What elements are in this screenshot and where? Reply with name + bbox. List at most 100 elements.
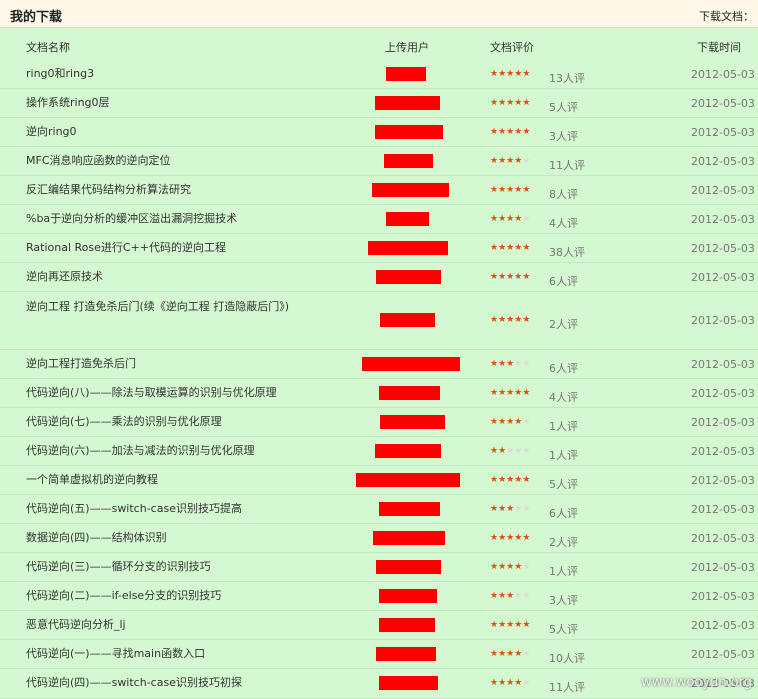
star-icon: ★ xyxy=(522,126,531,137)
uploader-redacted xyxy=(379,501,440,516)
star-icon: ★ xyxy=(490,184,499,195)
uploader-redacted xyxy=(376,269,441,284)
uploader-redacted xyxy=(356,472,460,487)
rating-stars: ★★★★★ xyxy=(490,156,530,166)
document-link[interactable]: 代码逆向(二)——if-else分支的识别技巧 xyxy=(26,586,306,606)
uploader-redacted xyxy=(375,95,440,110)
star-icon: ★ xyxy=(498,242,507,253)
uploader-redacted xyxy=(384,153,433,168)
document-link[interactable]: MFC消息响应函数的逆向定位 xyxy=(26,151,306,171)
rating-count: 4人评 xyxy=(549,390,578,404)
document-link[interactable]: 一个简单虚拟机的逆向教程 xyxy=(26,470,306,490)
rating-count: 1人评 xyxy=(549,448,578,462)
document-link[interactable]: 代码逆向(六)——加法与减法的识别与优化原理 xyxy=(26,441,306,461)
document-link[interactable]: 逆向工程 打造免杀后门(续《逆向工程 打造隐蔽后门》) xyxy=(26,297,306,317)
rating-count: 3人评 xyxy=(549,129,578,143)
rating-stars: ★★★★★ xyxy=(490,214,530,224)
rating-count: 3人评 xyxy=(549,593,578,607)
star-icon: ★ xyxy=(522,271,531,282)
document-link[interactable]: 反汇编结果代码结构分析算法研究 xyxy=(26,180,306,200)
col-header-time[interactable]: 下载时间 xyxy=(697,39,741,55)
table-row: 操作系统ring0层 ★★★★★ 5人评 2012-05-03 xyxy=(0,89,758,118)
rating-stars: ★★★★★ xyxy=(490,562,530,572)
download-date: 2012-05-03 xyxy=(691,357,755,371)
download-date: 2012-05-03 xyxy=(691,125,755,139)
download-date: 2012-05-03 xyxy=(691,618,755,632)
table-row: 逆向工程打造免杀后门 ★★★★★ 6人评 2012-05-03 xyxy=(0,350,758,379)
uploader-redacted xyxy=(375,124,443,139)
rating-count: 1人评 xyxy=(549,419,578,433)
uploader-redacted xyxy=(379,617,435,632)
star-icon: ★ xyxy=(522,678,531,688)
document-link[interactable]: 代码逆向(三)——循环分支的识别技巧 xyxy=(26,557,306,577)
document-link[interactable]: 逆向ring0 xyxy=(26,122,306,142)
star-icon: ★ xyxy=(490,358,499,369)
col-header-name[interactable]: 文档名称 xyxy=(26,39,70,55)
table-row: 代码逆向(三)——循环分支的识别技巧 ★★★★★ 1人评 2012-05-03 xyxy=(0,553,758,582)
star-icon: ★ xyxy=(490,590,499,601)
document-link[interactable]: Rational Rose进行C++代码的逆向工程 xyxy=(26,238,306,258)
star-icon: ★ xyxy=(498,126,507,137)
rating-count: 5人评 xyxy=(549,477,578,491)
star-icon: ★ xyxy=(490,648,499,659)
document-link[interactable]: 代码逆向(一)——寻找main函数入口 xyxy=(26,644,306,664)
star-icon: ★ xyxy=(522,474,531,485)
rating-count: 10人评 xyxy=(549,651,585,665)
page-header: 我的下载 下载文档： xyxy=(0,0,758,28)
rating-stars: ★★★★★ xyxy=(490,533,530,543)
col-header-user[interactable]: 上传用户 xyxy=(385,39,429,55)
document-link[interactable]: ring0和ring3 xyxy=(26,64,306,84)
table-row: 一个简单虚拟机的逆向教程 ★★★★★ 5人评 2012-05-03 xyxy=(0,466,758,495)
table-row: 代码逆向(二)——if-else分支的识别技巧 ★★★★★ 3人评 2012-05-0… xyxy=(0,582,758,611)
star-icon: ★ xyxy=(490,416,499,427)
rating-stars: ★★★★★ xyxy=(490,620,530,630)
download-date: 2012-05-03 xyxy=(691,67,755,81)
download-date: 2012-05-03 xyxy=(691,314,755,327)
document-link[interactable]: 代码逆向(四)——switch-case识别技巧初探 xyxy=(26,673,306,693)
document-link[interactable]: 逆向工程打造免杀后门 xyxy=(26,354,306,374)
document-link[interactable]: 代码逆向(八)——除法与取模运算的识别与优化原理 xyxy=(26,383,306,403)
star-icon: ★ xyxy=(490,68,499,79)
download-date: 2012-05-03 xyxy=(691,531,755,545)
star-icon: ★ xyxy=(498,97,507,108)
downloads-label: 下载文档： xyxy=(699,10,754,23)
document-link[interactable]: 代码逆向(五)——switch-case识别技巧提高 xyxy=(26,499,306,519)
rating-count: 38人评 xyxy=(549,245,585,259)
uploader-redacted xyxy=(379,676,438,690)
rating-stars: ★★★★★ xyxy=(490,359,530,369)
rating-stars: ★★★★★ xyxy=(490,678,530,688)
download-date: 2012-05-03 xyxy=(691,241,755,255)
document-link[interactable]: 数据逆向(四)——结构体识别 xyxy=(26,528,306,548)
document-link[interactable]: 操作系统ring0层 xyxy=(26,93,306,113)
star-icon: ★ xyxy=(498,184,507,195)
col-header-rating[interactable]: 文档评价 xyxy=(490,39,534,55)
uploader-redacted xyxy=(375,443,441,458)
document-link[interactable]: 恶意代码逆向分析_lj xyxy=(26,615,306,635)
rating-count: 6人评 xyxy=(549,361,578,375)
star-icon: ★ xyxy=(490,619,499,630)
document-link[interactable]: %ba于逆向分析的缓冲区溢出漏洞挖掘技术 xyxy=(26,209,306,229)
star-icon: ★ xyxy=(522,561,531,572)
star-icon: ★ xyxy=(522,184,531,195)
table-row: 代码逆向(五)——switch-case识别技巧提高 ★★★★★ 6人评 2012-0… xyxy=(0,495,758,524)
download-date: 2012-05-03 xyxy=(691,270,755,284)
document-link[interactable]: 逆向再还原技术 xyxy=(26,267,306,287)
table-row: Rational Rose进行C++代码的逆向工程 ★★★★★ 38人评 2012-0… xyxy=(0,234,758,263)
star-icon: ★ xyxy=(490,97,499,108)
rating-stars: ★★★★★ xyxy=(490,315,530,325)
star-icon: ★ xyxy=(522,97,531,108)
star-icon: ★ xyxy=(498,619,507,630)
star-icon: ★ xyxy=(498,358,507,369)
star-icon: ★ xyxy=(498,271,507,282)
table-row: 恶意代码逆向分析_lj ★★★★★ 5人评 2012-05-03 xyxy=(0,611,758,640)
star-icon: ★ xyxy=(498,387,507,398)
star-icon: ★ xyxy=(522,68,531,79)
rating-count: 8人评 xyxy=(549,187,578,201)
star-icon: ★ xyxy=(490,126,499,137)
document-link[interactable]: 代码逆向(七)——乘法的识别与优化原理 xyxy=(26,412,306,432)
star-icon: ★ xyxy=(498,678,507,688)
star-icon: ★ xyxy=(498,590,507,601)
star-icon: ★ xyxy=(522,590,531,601)
star-icon: ★ xyxy=(522,532,531,543)
rating-stars: ★★★★★ xyxy=(490,417,530,427)
